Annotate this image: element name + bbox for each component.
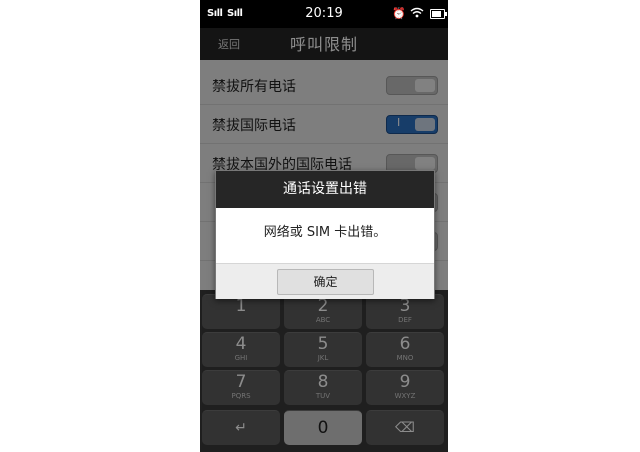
ok-button[interactable]: 确定: [277, 269, 374, 295]
dialog-footer: 确定: [216, 263, 434, 299]
dialog-message: 网络或 SIM 卡出错。: [263, 225, 387, 240]
status-bar: Sıll Sıll 20:19 ⏰: [200, 0, 448, 28]
error-dialog: 通话设置出错 网络或 SIM 卡出错。 确定: [215, 170, 435, 299]
alarm-icon: ⏰: [392, 7, 406, 20]
wifi-icon: [410, 7, 424, 21]
battery-icon: [430, 9, 447, 19]
dialog-title: 通话设置出错: [216, 171, 434, 208]
